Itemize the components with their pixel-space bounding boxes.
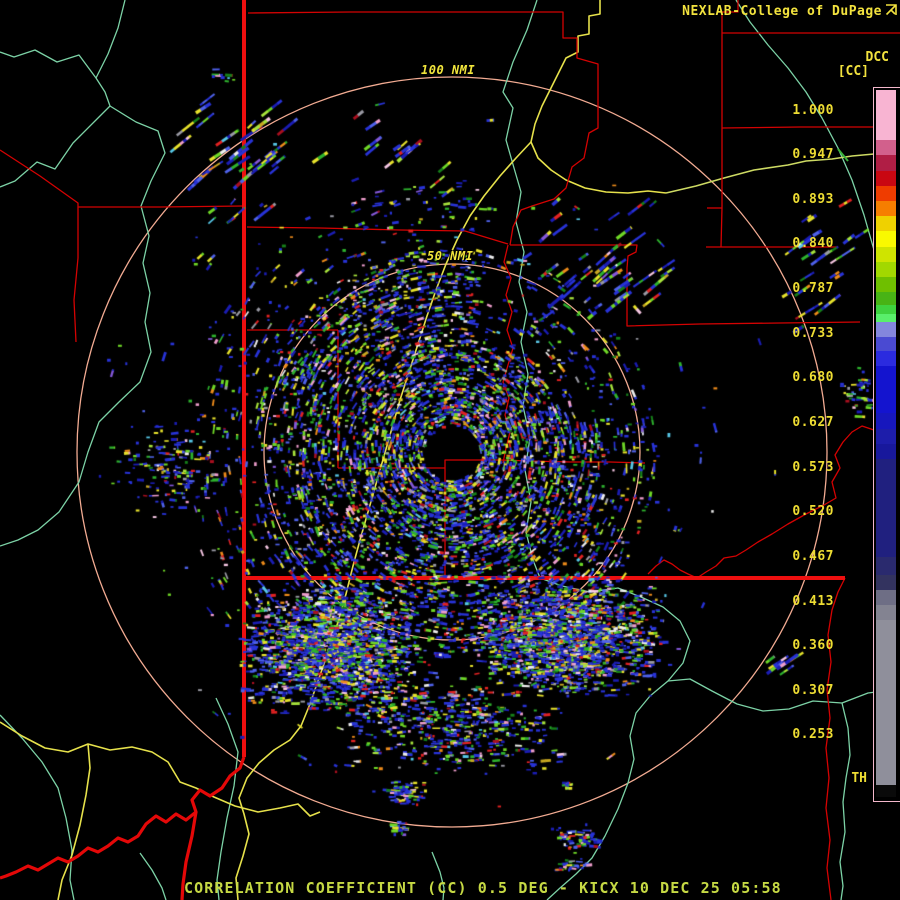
colorbar-segment (876, 171, 896, 186)
colorbar-segment (876, 620, 896, 785)
colorbar-segment (876, 314, 896, 322)
colorbar-segment (876, 459, 896, 557)
colorbar-segment (876, 90, 896, 140)
cod-logo-icon (885, 4, 897, 16)
colorbar-segment (876, 785, 896, 797)
range-ring-label-50: 50 NMI (427, 249, 474, 263)
colorbar-segment (876, 322, 896, 337)
colorbar (873, 87, 900, 802)
colorbar-segment (876, 605, 896, 620)
colorbar-segment (876, 247, 896, 262)
radar-display: NEXLAB-College of DuPage DCC [CC] 1.000 0… (0, 0, 900, 900)
station-title: NEXLAB-College of DuPage (682, 4, 882, 19)
threshold-label: TH (851, 771, 867, 786)
colorbar-segment (876, 366, 896, 413)
colorbar-segment (876, 557, 896, 575)
product-unit-label: [CC] (837, 64, 869, 79)
colorbar-scale (876, 90, 896, 797)
colorbar-segment (876, 444, 896, 459)
colorbar-segment (876, 590, 896, 605)
colorbar-segment (876, 201, 896, 216)
colorbar-segment (876, 277, 896, 292)
colorbar-segment (876, 305, 896, 314)
colorbar-segment (876, 429, 896, 444)
colorbar-segment (876, 186, 896, 201)
colorbar-segment (876, 140, 896, 155)
colorbar-segment (876, 262, 896, 277)
product-code-label: DCC (865, 50, 889, 65)
range-ring-label-100: 100 NMI (421, 63, 476, 77)
colorbar-segment (876, 216, 896, 231)
colorbar-segment (876, 413, 896, 429)
colorbar-segment (876, 575, 896, 590)
colorbar-segment (876, 155, 896, 171)
colorbar-segment (876, 231, 896, 247)
colorbar-segment (876, 337, 896, 351)
product-caption: CORRELATION COEFFICIENT (CC) 0.5 DEG - K… (184, 879, 782, 897)
colorbar-segment (876, 351, 896, 366)
radar-echoes-layer (0, 0, 900, 900)
colorbar-segment (876, 292, 896, 305)
